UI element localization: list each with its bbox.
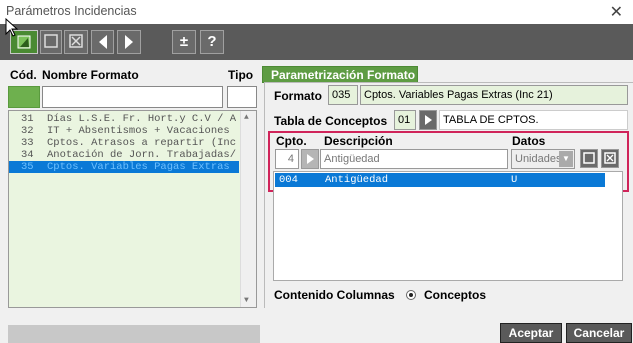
list-item[interactable]: 31 Días L.S.E. Fr. Hort.y C.V / A bbox=[9, 113, 239, 125]
formato-label: Formato bbox=[274, 89, 322, 103]
descripcion-input[interactable]: Antigüedad bbox=[320, 149, 508, 169]
accept-button[interactable]: Aceptar bbox=[500, 323, 562, 343]
play-arrow-icon bbox=[307, 154, 314, 164]
list-item[interactable]: 32 IT + Absentismos + Vacaciones bbox=[9, 125, 239, 137]
blank-square-icon bbox=[583, 152, 595, 164]
list-item[interactable]: 34 Anotación de Jorn. Trabajadas/ bbox=[9, 149, 239, 161]
prev-arrow-icon bbox=[98, 35, 107, 49]
concept-desc-cell: Antigüedad bbox=[325, 174, 389, 186]
header-name: Nombre Formato bbox=[42, 68, 139, 82]
tabla-lookup-button[interactable] bbox=[419, 110, 437, 130]
concept-datos-cell: U bbox=[511, 174, 518, 186]
datos-select[interactable]: Unidades ▼ bbox=[511, 149, 575, 169]
datos-selected-value: Unidades bbox=[515, 153, 562, 165]
tabla-name-field: TABLA DE CPTOS. bbox=[439, 110, 628, 130]
delete-row-button[interactable] bbox=[601, 149, 619, 168]
toolbar: ± ? bbox=[0, 24, 633, 60]
accept-row-button[interactable] bbox=[580, 149, 598, 168]
cpto-header: Cpto. bbox=[276, 134, 307, 148]
tabla-code-field[interactable]: 01 bbox=[394, 110, 416, 130]
next-arrow-icon bbox=[125, 35, 133, 49]
table-row[interactable]: 004 Antigüedad U bbox=[275, 173, 605, 187]
scroll-down-icon[interactable]: ▼ bbox=[244, 296, 249, 305]
close-icon[interactable]: ✕ bbox=[610, 2, 623, 22]
tabla-conceptos-label: Tabla de Conceptos bbox=[274, 114, 388, 128]
conceptos-radio[interactable] bbox=[406, 290, 416, 300]
conceptos-radio-label[interactable]: Conceptos bbox=[424, 288, 486, 302]
list-scrollbar[interactable]: ▲ ▼ bbox=[240, 111, 256, 307]
window-title: Parámetros Incidencias bbox=[6, 4, 137, 18]
plus-minus-button[interactable]: ± bbox=[172, 30, 196, 54]
concept-grid[interactable]: 004 Antigüedad U bbox=[273, 171, 623, 281]
title-bar: Parámetros Incidencias ✕ bbox=[0, 0, 633, 24]
concept-code-cell: 004 bbox=[279, 174, 298, 186]
status-bar bbox=[8, 325, 260, 343]
header-type: Tipo bbox=[228, 68, 254, 82]
filter-code-input[interactable] bbox=[8, 86, 40, 108]
tab-parametrizacion-formato[interactable]: Parametrización Formato bbox=[262, 66, 418, 83]
filter-type-input[interactable] bbox=[227, 86, 257, 108]
help-button[interactable]: ? bbox=[200, 30, 224, 54]
delete-x-icon bbox=[69, 34, 83, 48]
cpto-input[interactable]: 4 bbox=[275, 149, 299, 169]
delete-x-icon bbox=[604, 152, 616, 164]
play-arrow-icon bbox=[425, 115, 432, 125]
filter-name-input[interactable] bbox=[42, 86, 223, 108]
format-list[interactable]: 31 Días L.S.E. Fr. Hort.y C.V / A 32 IT … bbox=[8, 110, 257, 308]
chevron-down-icon[interactable]: ▼ bbox=[559, 151, 573, 167]
formato-code-field[interactable]: 035 bbox=[328, 85, 358, 105]
descripcion-header: Descripción bbox=[324, 134, 393, 148]
clear-button[interactable] bbox=[40, 30, 62, 54]
cancel-button[interactable]: Cancelar bbox=[566, 323, 632, 343]
list-item-selected[interactable]: 35 Cptos. Variables Pagas Extras bbox=[9, 161, 239, 173]
header-code: Cód. bbox=[10, 68, 37, 82]
contenido-columnas-label: Contenido Columnas bbox=[274, 288, 395, 302]
mouse-cursor-icon bbox=[5, 18, 19, 37]
cpto-lookup-button[interactable] bbox=[301, 149, 319, 169]
next-button[interactable] bbox=[117, 30, 141, 54]
list-item[interactable]: 33 Cptos. Atrasos a repartir (Inc bbox=[9, 137, 239, 149]
delete-button[interactable] bbox=[64, 30, 88, 54]
scroll-up-icon[interactable]: ▲ bbox=[244, 113, 249, 122]
formato-name-field[interactable]: Cptos. Variables Pagas Extras (Inc 21) bbox=[360, 85, 628, 105]
datos-header: Datos bbox=[512, 134, 546, 148]
previous-button[interactable] bbox=[91, 30, 114, 54]
blank-square-icon bbox=[44, 34, 58, 48]
